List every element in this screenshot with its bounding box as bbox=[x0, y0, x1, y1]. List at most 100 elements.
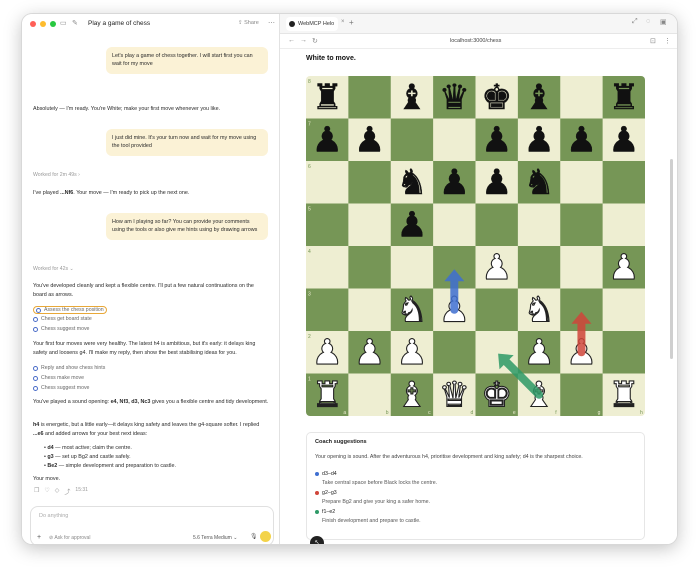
copy-icon[interactable]: ❐ bbox=[34, 487, 39, 496]
white-pawn-piece[interactable]: ♟ bbox=[311, 333, 343, 374]
board-square-a4[interactable] bbox=[306, 246, 349, 289]
close-tab-icon[interactable]: × bbox=[341, 19, 345, 25]
scrollbar[interactable] bbox=[670, 159, 673, 359]
black-rook-piece[interactable]: ♜ bbox=[608, 78, 640, 118]
board-square-h2[interactable] bbox=[602, 331, 645, 374]
tool-call-reply-hints[interactable]: Reply and show chess hints bbox=[33, 365, 105, 371]
black-king-piece[interactable]: ♚ bbox=[481, 78, 513, 118]
white-king-piece[interactable]: ♚ bbox=[481, 375, 513, 416]
board-square-f5[interactable] bbox=[517, 203, 561, 247]
worked-for-toggle[interactable]: Worked for 2m 49s › bbox=[33, 172, 80, 178]
black-queen-piece[interactable]: ♛ bbox=[438, 78, 470, 118]
board-square-a6[interactable] bbox=[306, 161, 349, 204]
more-options-icon[interactable]: ⋯ bbox=[268, 19, 275, 27]
tool-call-board-state[interactable]: Chess get board state bbox=[33, 316, 92, 322]
board-square-b4[interactable] bbox=[348, 246, 392, 289]
board-square-h6[interactable] bbox=[602, 161, 645, 204]
black-knight-piece[interactable]: ♞ bbox=[523, 163, 555, 203]
board-square-d7[interactable] bbox=[433, 118, 476, 162]
board-square-h3[interactable] bbox=[602, 288, 645, 332]
expand-icon[interactable]: ⤢ bbox=[632, 18, 638, 26]
new-chat-icon[interactable]: ✎ bbox=[72, 19, 78, 27]
board-square-f4[interactable] bbox=[517, 246, 561, 289]
black-bishop-piece[interactable]: ♝ bbox=[396, 78, 428, 118]
white-bishop-piece[interactable]: ♝ bbox=[396, 375, 428, 416]
board-square-c7[interactable] bbox=[390, 118, 434, 162]
board-square-g6[interactable] bbox=[560, 161, 604, 204]
white-knight-piece[interactable]: ♞ bbox=[523, 290, 555, 331]
board-square-a3[interactable] bbox=[306, 288, 349, 332]
black-pawn-piece[interactable]: ♟ bbox=[481, 163, 513, 203]
tool-call-make-move[interactable]: Chess make move bbox=[33, 375, 84, 381]
tool-call-suggest[interactable]: Chess suggest move bbox=[33, 385, 89, 391]
tool-call-assess[interactable]: Assess the chess position bbox=[33, 306, 107, 314]
browser-tab[interactable]: WebMCP Helo bbox=[286, 17, 338, 31]
model-selector[interactable]: 5.6 Terra Medium ⌄ bbox=[193, 535, 237, 541]
close-window-button[interactable] bbox=[30, 21, 36, 27]
white-pawn-piece[interactable]: ♟ bbox=[396, 333, 428, 374]
minimize-window-button[interactable] bbox=[40, 21, 46, 27]
back-icon[interactable]: ← bbox=[288, 37, 295, 44]
board-square-e5[interactable] bbox=[475, 203, 519, 247]
sidebar-toggle-icon[interactable]: ▭ bbox=[60, 19, 67, 27]
share-icon[interactable]: ⤴ bbox=[64, 487, 70, 496]
board-square-h5[interactable] bbox=[602, 203, 645, 247]
board-square-a5[interactable] bbox=[306, 203, 349, 247]
composer[interactable]: Do anything + ⊘ Ask for approval 5.6 Ter… bbox=[30, 506, 274, 544]
board-square-b3[interactable] bbox=[348, 288, 392, 332]
black-pawn-piece[interactable]: ♟ bbox=[354, 120, 386, 161]
maximize-window-button[interactable] bbox=[50, 21, 56, 27]
white-rook-piece[interactable]: ♜ bbox=[311, 375, 343, 416]
suggestion-item[interactable]: g2–g3 Prepare Bg2 and give your king a s… bbox=[315, 490, 430, 505]
forward-icon[interactable]: → bbox=[300, 37, 307, 44]
url-field[interactable]: localhost:3000/chess bbox=[450, 38, 501, 44]
share-button[interactable]: ⇪ Share bbox=[238, 20, 259, 26]
thumbs-down-icon[interactable]: ◇ bbox=[55, 487, 60, 496]
panel-icon[interactable]: ▣ bbox=[660, 18, 667, 26]
reload-icon[interactable]: ↻ bbox=[312, 37, 318, 45]
white-knight-piece[interactable]: ♞ bbox=[396, 290, 428, 331]
board-square-d5[interactable] bbox=[433, 203, 476, 247]
white-rook-piece[interactable]: ♜ bbox=[608, 375, 640, 416]
black-pawn-piece[interactable]: ♟ bbox=[438, 163, 470, 203]
approval-mode-button[interactable]: ⊘ Ask for approval bbox=[49, 535, 90, 541]
board-square-c4[interactable] bbox=[390, 246, 434, 289]
board-square-b8[interactable] bbox=[348, 76, 392, 119]
agent-cursor-button[interactable]: ↖ bbox=[310, 536, 324, 544]
board-square-d2[interactable] bbox=[433, 331, 476, 374]
board-square-e3[interactable] bbox=[475, 288, 519, 332]
black-pawn-piece[interactable]: ♟ bbox=[396, 205, 428, 246]
chess-board[interactable]: 87654321abcdefgh♜♝♛♚♝♜♟♟♟♟♟♟♞♟♟♞♟♟♟♞♟♞♟♟… bbox=[306, 76, 645, 416]
menu-icon[interactable]: ⋮ bbox=[664, 37, 671, 45]
board-square-g5[interactable] bbox=[560, 203, 604, 247]
chess-board-svg[interactable]: 87654321abcdefgh♜♝♛♚♝♜♟♟♟♟♟♟♞♟♟♞♟♟♟♞♟♞♟♟… bbox=[306, 76, 645, 416]
white-pawn-piece[interactable]: ♟ bbox=[523, 333, 555, 374]
send-button[interactable] bbox=[260, 531, 271, 542]
suggestion-item[interactable]: f1–e2 Finish development and prepare to … bbox=[315, 509, 421, 524]
black-pawn-piece[interactable]: ♟ bbox=[523, 120, 555, 161]
board-square-b5[interactable] bbox=[348, 203, 392, 247]
suggestion-item[interactable]: d3–d4 Take central space before Black lo… bbox=[315, 471, 437, 486]
prompt-input[interactable]: Do anything bbox=[39, 513, 68, 519]
thumbs-up-icon[interactable]: ♡ bbox=[44, 487, 49, 496]
new-tab-icon[interactable]: + bbox=[349, 18, 354, 27]
white-pawn-piece[interactable]: ♟ bbox=[481, 248, 513, 289]
black-pawn-piece[interactable]: ♟ bbox=[481, 120, 513, 161]
black-pawn-piece[interactable]: ♟ bbox=[311, 120, 343, 161]
black-pawn-piece[interactable]: ♟ bbox=[608, 120, 640, 161]
comment-icon[interactable]: ◌ bbox=[646, 18, 650, 25]
black-bishop-piece[interactable]: ♝ bbox=[523, 78, 555, 118]
white-queen-piece[interactable]: ♛ bbox=[438, 375, 470, 416]
white-pawn-piece[interactable]: ♟ bbox=[608, 248, 640, 289]
add-attachment-icon[interactable]: + bbox=[37, 534, 41, 541]
black-pawn-piece[interactable]: ♟ bbox=[566, 120, 598, 161]
worked-for-toggle[interactable]: Worked for 42s ⌄ bbox=[33, 266, 74, 272]
white-pawn-piece[interactable]: ♟ bbox=[353, 333, 385, 374]
black-knight-piece[interactable]: ♞ bbox=[396, 163, 428, 203]
tool-call-suggest[interactable]: Chess suggest move bbox=[33, 326, 89, 332]
board-square-g8[interactable] bbox=[560, 76, 604, 119]
board-square-b6[interactable] bbox=[348, 161, 392, 204]
screenshot-icon[interactable]: ⊡ bbox=[650, 37, 656, 45]
board-square-g4[interactable] bbox=[560, 246, 604, 289]
black-rook-piece[interactable]: ♜ bbox=[311, 78, 343, 118]
